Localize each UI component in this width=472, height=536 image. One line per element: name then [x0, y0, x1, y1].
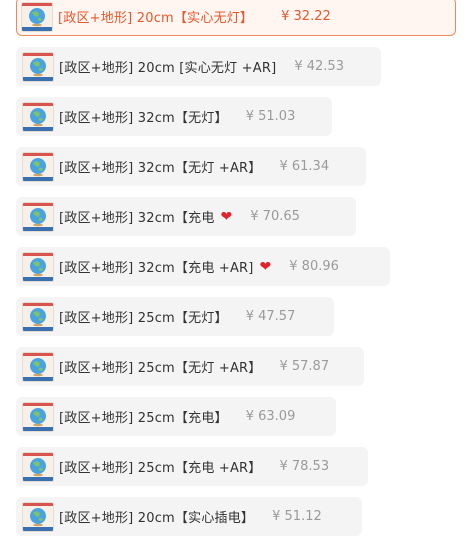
- globe-thumbnail-graphic: [23, 252, 53, 281]
- globe-thumbnail-icon: [22, 101, 54, 132]
- globe-thumbnail-graphic: [23, 152, 53, 181]
- globe-thumbnail-icon: [22, 201, 54, 232]
- option-label: [政区+地形] 20cm【实心插电】: [59, 511, 255, 526]
- globe-thumbnail-icon: [22, 351, 54, 382]
- product-option-9[interactable]: [政区+地形] 25cm【充电】 ¥ 63.09: [16, 397, 336, 436]
- product-option-4[interactable]: [政区+地形] 32cm【无灯 +AR】 ¥ 61.34: [16, 147, 366, 186]
- option-price: ¥ 63.09: [245, 409, 296, 424]
- globe-thumbnail-icon: [22, 501, 54, 532]
- option-price: ¥ 78.53: [279, 459, 330, 474]
- globe-thumbnail-graphic: [23, 452, 53, 481]
- option-label: [政区+地形] 25cm【无灯 +AR】: [59, 361, 262, 376]
- globe-thumbnail-graphic: [23, 52, 53, 81]
- option-price: ¥ 42.53: [294, 59, 344, 74]
- globe-thumbnail-graphic: [23, 202, 53, 231]
- heart-icon: ❤: [220, 208, 233, 225]
- globe-thumbnail-graphic: [23, 502, 53, 531]
- globe-thumbnail-graphic: [23, 352, 53, 381]
- globe-thumbnail-graphic: [23, 102, 53, 131]
- option-label: [政区+地形] 32cm【无灯】: [59, 111, 228, 126]
- product-option-7[interactable]: [政区+地形] 25cm【无灯】 ¥ 47.57: [16, 297, 334, 336]
- option-price: ¥ 51.12: [272, 509, 322, 524]
- globe-thumbnail-icon: [22, 451, 54, 482]
- option-price: ¥ 32.22: [281, 9, 331, 24]
- option-label: [政区+地形] 25cm【充电 +AR】: [59, 461, 262, 476]
- product-option-3[interactable]: [政区+地形] 32cm【无灯】 ¥ 51.03: [16, 97, 332, 136]
- option-price: ¥ 80.96: [289, 259, 339, 274]
- option-price: ¥ 57.87: [279, 359, 330, 374]
- globe-thumbnail-graphic: [23, 302, 53, 331]
- product-option-5[interactable]: [政区+地形] 32cm【充电 ❤ ¥ 70.65: [16, 197, 356, 236]
- option-label: [政区+地形] 32cm【充电: [59, 211, 215, 226]
- option-price: ¥ 47.57: [245, 309, 296, 324]
- option-label: [政区+地形] 20cm【实心无灯】: [58, 11, 254, 26]
- product-option-11[interactable]: [政区+地形] 20cm【实心插电】 ¥ 51.12: [16, 497, 362, 536]
- option-price: ¥ 70.65: [250, 209, 300, 224]
- option-label: [政区+地形] 32cm【充电 +AR]: [59, 261, 254, 276]
- globe-thumbnail-graphic: [22, 2, 52, 31]
- option-price: ¥ 51.03: [245, 109, 296, 124]
- globe-thumbnail-icon: [22, 301, 54, 332]
- globe-thumbnail-graphic: [23, 402, 53, 431]
- globe-thumbnail-icon: [22, 401, 54, 432]
- globe-thumbnail-icon: [22, 51, 54, 82]
- product-option-10[interactable]: [政区+地形] 25cm【充电 +AR】 ¥ 78.53: [16, 447, 368, 486]
- globe-thumbnail-icon: [22, 251, 54, 282]
- product-option-8[interactable]: [政区+地形] 25cm【无灯 +AR】 ¥ 57.87: [16, 347, 364, 386]
- globe-thumbnail-icon: [22, 151, 54, 182]
- option-label: [政区+地形] 32cm【无灯 +AR】: [59, 161, 262, 176]
- product-option-6[interactable]: [政区+地形] 32cm【充电 +AR] ❤ ¥ 80.96: [16, 247, 390, 286]
- globe-thumbnail-icon: [21, 1, 53, 32]
- heart-icon: ❤: [259, 258, 272, 275]
- option-label: [政区+地形] 25cm【充电】: [59, 411, 228, 426]
- product-option-1[interactable]: [政区+地形] 20cm【实心无灯】 ¥ 32.22: [16, 0, 456, 36]
- option-label: [政区+地形] 20cm [实心无灯 +AR]: [59, 61, 277, 76]
- option-price: ¥ 61.34: [279, 159, 330, 174]
- product-option-2[interactable]: [政区+地形] 20cm [实心无灯 +AR] ¥ 42.53: [16, 47, 381, 86]
- option-label: [政区+地形] 25cm【无灯】: [59, 311, 228, 326]
